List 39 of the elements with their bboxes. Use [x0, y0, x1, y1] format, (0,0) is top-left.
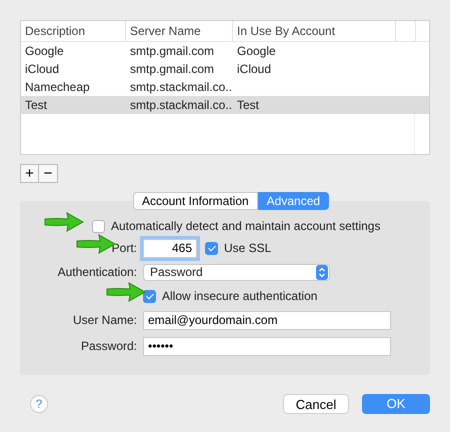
table-row[interactable]: iCloud smtp.gmail.com iCloud — [21, 60, 429, 78]
column-header[interactable]: Server Name — [126, 21, 233, 41]
stepper-icon — [316, 264, 328, 280]
checkbox[interactable] — [205, 242, 218, 254]
user-name-field[interactable]: email@yourdomain.com — [143, 310, 391, 330]
remove-button[interactable]: − — [39, 164, 58, 183]
table-cell-text: Namecheap — [24, 79, 91, 96]
table-cell-text: Test — [24, 97, 48, 114]
table-cell-text: smtp.stackmail.co.. — [129, 79, 233, 96]
table-row[interactable]: Test smtp.stackmail.co.. Test — [21, 96, 429, 114]
field-label: Authentication: — [58, 264, 137, 281]
table-row[interactable]: Google smtp.gmail.com Google — [21, 42, 429, 60]
table-cell-text: iCloud — [24, 61, 60, 78]
tab[interactable]: Account Information — [132, 192, 258, 210]
table-cell-text: Test — [236, 97, 260, 114]
table-cell-text: smtp.gmail.com — [129, 43, 216, 60]
password-field[interactable]: •••••• — [143, 336, 391, 356]
field-label: User Name: — [72, 312, 137, 329]
field-label: Password: — [80, 338, 137, 355]
table-row[interactable]: Namecheap smtp.stackmail.co.. — [21, 78, 429, 96]
table-cell-text: smtp.stackmail.co.. — [129, 97, 233, 114]
arrow-icon — [106, 282, 146, 302]
arrow-icon — [44, 212, 84, 232]
checkbox[interactable] — [143, 290, 156, 302]
checkbox-label: Allow insecure authentication — [162, 288, 318, 305]
cancel-button[interactable]: Cancel — [283, 394, 349, 414]
add-button[interactable]: + — [20, 164, 39, 183]
checkbox[interactable] — [92, 220, 105, 232]
table-cell-text: smtp.gmail.com — [129, 61, 216, 78]
checkbox-label: Automatically detect and maintain account settings — [111, 218, 380, 235]
column-header[interactable]: In Use By Account — [233, 21, 396, 41]
table-cell-text: Google — [236, 43, 277, 60]
table-cell-text: Google — [24, 43, 65, 60]
port-field[interactable]: 465 — [143, 238, 197, 258]
field-label: Port: — [112, 240, 137, 257]
authentication-dropdown[interactable]: Password — [143, 264, 330, 280]
column-header[interactable]: Description — [21, 21, 126, 41]
table-cell-text: iCloud — [236, 61, 272, 78]
checkbox-label: Use SSL — [224, 240, 272, 257]
